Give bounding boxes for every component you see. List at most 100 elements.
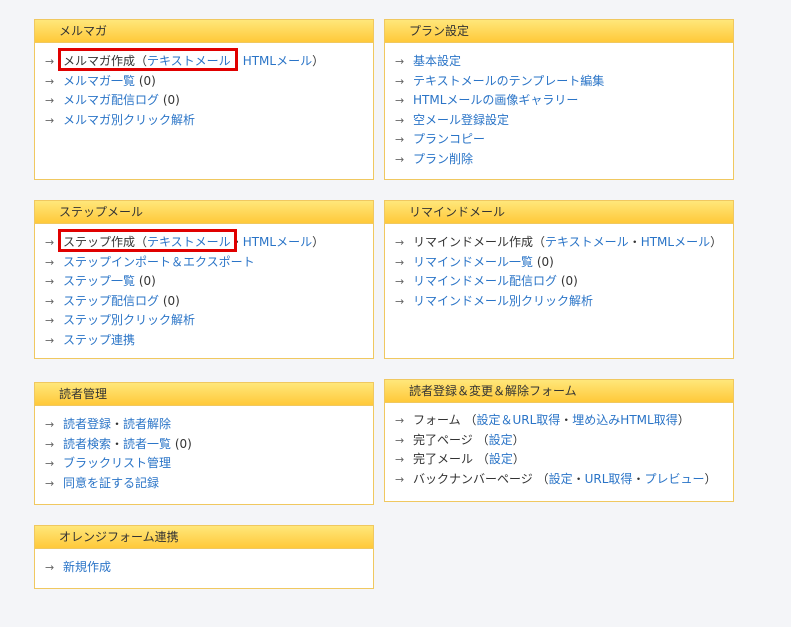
- arrow-icon: →: [45, 74, 55, 88]
- plan-item: → テキストメールのテンプレート編集: [395, 72, 733, 92]
- arrow-icon: →: [45, 236, 55, 249]
- reader-unsubscribe-link[interactable]: 読者解除: [123, 417, 171, 431]
- separator-dot: ・: [230, 235, 243, 249]
- separator-dot: ・: [230, 54, 243, 68]
- mailmag-create-text-link[interactable]: テキストメール: [147, 54, 231, 68]
- reader-panel: 読者管理 → 読者登録・読者解除 → 読者検索・読者一覧 (0) → ブラックリスト管…: [34, 382, 374, 505]
- mailmag-list-row: → メルマガ一覧 (0): [45, 72, 373, 92]
- forms-bn-url-link[interactable]: URL取得: [585, 472, 633, 486]
- paren-close: ）: [512, 432, 525, 447]
- remind-create-row: → リマインドメール作成（テキストメール・HTMLメール）: [395, 233, 733, 253]
- step-panel: ステップメール → ステップ作成（テキストメール・HTMLメール） → ステップイン…: [34, 200, 374, 359]
- mailmag-log-row: → メルマガ配信ログ (0): [45, 91, 373, 111]
- forms-bn-settings-link[interactable]: 設定: [549, 472, 573, 486]
- arrow-icon: →: [395, 414, 405, 427]
- mailmag-create-label: メルマガ作成: [63, 54, 136, 68]
- step-create-text-link[interactable]: テキストメール: [147, 235, 231, 249]
- paren-close: ）: [512, 452, 525, 466]
- step-click-link[interactable]: ステップ別クリック解析: [63, 313, 195, 327]
- orange-panel-title: オレンジフォーム連携: [35, 526, 373, 549]
- arrow-icon: →: [45, 294, 55, 308]
- forms-complete-mail-settings-link[interactable]: 設定: [489, 452, 513, 466]
- paren-close: ）: [710, 235, 723, 249]
- reader-list-count: (0): [171, 436, 192, 451]
- plan-item: → HTMLメールの画像ギャラリー: [395, 91, 733, 111]
- reader-panel-title: 読者管理: [35, 383, 373, 406]
- arrow-icon: →: [395, 433, 405, 447]
- forms-backnumber-label: バックナンバーページ: [413, 471, 533, 486]
- step-click-row: → ステップ別クリック解析: [45, 311, 373, 331]
- mailmag-create-html-link[interactable]: HTMLメール: [243, 54, 312, 68]
- forms-form-label: フォーム: [413, 413, 461, 427]
- remind-log-row: → リマインドメール配信ログ (0): [395, 272, 733, 292]
- arrow-icon: →: [395, 275, 405, 288]
- plan-empty-mail-link[interactable]: 空メール登録設定: [413, 113, 509, 127]
- remind-list-row: → リマインドメール一覧 (0): [395, 253, 733, 273]
- reader-register-link[interactable]: 読者登録: [63, 417, 111, 431]
- step-link-row: → ステップ連携: [45, 331, 373, 351]
- step-log-count: (0): [159, 293, 180, 308]
- remind-list-link[interactable]: リマインドメール一覧: [413, 255, 533, 269]
- mailmag-panel-title: メルマガ: [35, 20, 373, 43]
- mailmag-list-count: (0): [135, 73, 156, 88]
- plan-panel-title: プラン設定: [385, 20, 733, 43]
- step-list-row: → ステップ一覧 (0): [45, 272, 373, 292]
- paren-close: ）: [677, 413, 690, 427]
- separator-dot: ・: [111, 436, 124, 451]
- forms-complete-row: → 完了ページ （設定）: [395, 431, 733, 451]
- remind-list-count: (0): [533, 254, 554, 269]
- paren-open: （: [532, 471, 549, 486]
- forms-embed-link[interactable]: 埋め込みHTML取得: [572, 413, 677, 427]
- reader-list-link[interactable]: 読者一覧: [123, 437, 171, 451]
- paren-close: ）: [312, 235, 325, 249]
- plan-delete-link[interactable]: プラン削除: [413, 152, 473, 166]
- step-import-link[interactable]: ステップインポート＆エクスポート: [63, 255, 255, 269]
- arrow-icon: →: [395, 94, 405, 107]
- mailmag-log-link[interactable]: メルマガ配信ログ: [63, 93, 159, 107]
- arrow-icon: →: [45, 55, 55, 68]
- mailmag-click-row: → メルマガ別クリック解析: [45, 111, 373, 131]
- mailmag-list-link[interactable]: メルマガ一覧: [63, 74, 135, 88]
- step-list-count: (0): [135, 274, 156, 288]
- arrow-icon: →: [45, 418, 55, 431]
- forms-complete-mail-row: → 完了メール （設定）: [395, 450, 733, 470]
- forms-bn-preview-link[interactable]: プレビュー: [644, 472, 704, 486]
- plan-basic-link[interactable]: 基本設定: [413, 54, 461, 68]
- remind-click-row: → リマインドメール別クリック解析: [395, 292, 733, 312]
- remind-panel-title: リマインドメール: [385, 201, 733, 224]
- remind-click-link[interactable]: リマインドメール別クリック解析: [413, 294, 593, 308]
- separator-dot: ・: [628, 235, 641, 249]
- orange-new-row: → 新規作成: [45, 558, 373, 578]
- arrow-icon: →: [45, 457, 55, 470]
- arrow-icon: →: [395, 55, 405, 68]
- remind-create-text-link[interactable]: テキストメール: [545, 235, 629, 249]
- mailmag-click-link[interactable]: メルマガ別クリック解析: [63, 113, 195, 127]
- step-import-row: → ステップインポート＆エクスポート: [45, 253, 373, 273]
- plan-gallery-link[interactable]: HTMLメールの画像ギャラリー: [413, 93, 578, 107]
- remind-log-count: (0): [557, 274, 578, 288]
- paren-open: （: [473, 452, 489, 466]
- step-list-link[interactable]: ステップ一覧: [63, 274, 135, 288]
- plan-template-link[interactable]: テキストメールのテンプレート編集: [413, 74, 604, 88]
- reader-blacklist-link[interactable]: ブラックリスト管理: [63, 456, 171, 470]
- remind-create-html-link[interactable]: HTMLメール: [641, 235, 710, 249]
- plan-panel: プラン設定 → 基本設定 → テキストメールのテンプレート編集 → HTMLメールの画…: [384, 19, 734, 180]
- orange-new-link[interactable]: 新規作成: [63, 560, 111, 574]
- forms-complete-settings-link[interactable]: 設定: [489, 433, 513, 447]
- remind-log-link[interactable]: リマインドメール配信ログ: [413, 274, 557, 288]
- step-log-link[interactable]: ステップ配信ログ: [63, 294, 159, 308]
- step-create-row: → ステップ作成（テキストメール・HTMLメール）: [45, 233, 373, 253]
- paren-open: （: [135, 235, 148, 249]
- step-log-row: → ステップ配信ログ (0): [45, 292, 373, 312]
- arrow-icon: →: [45, 314, 55, 327]
- step-create-html-link[interactable]: HTMLメール: [243, 235, 312, 249]
- reader-consent-link[interactable]: 同意を証する記録: [63, 476, 159, 490]
- arrow-icon: →: [395, 133, 405, 146]
- arrow-icon: →: [395, 472, 405, 486]
- arrow-icon: →: [45, 275, 55, 288]
- step-link-link[interactable]: ステップ連携: [63, 333, 135, 347]
- forms-panel-title: 読者登録＆変更＆解除フォーム: [385, 380, 733, 403]
- forms-settings-link[interactable]: 設定＆URL取得: [476, 413, 560, 427]
- reader-search-link[interactable]: 読者検索: [63, 437, 111, 451]
- plan-copy-link[interactable]: プランコピー: [413, 132, 485, 146]
